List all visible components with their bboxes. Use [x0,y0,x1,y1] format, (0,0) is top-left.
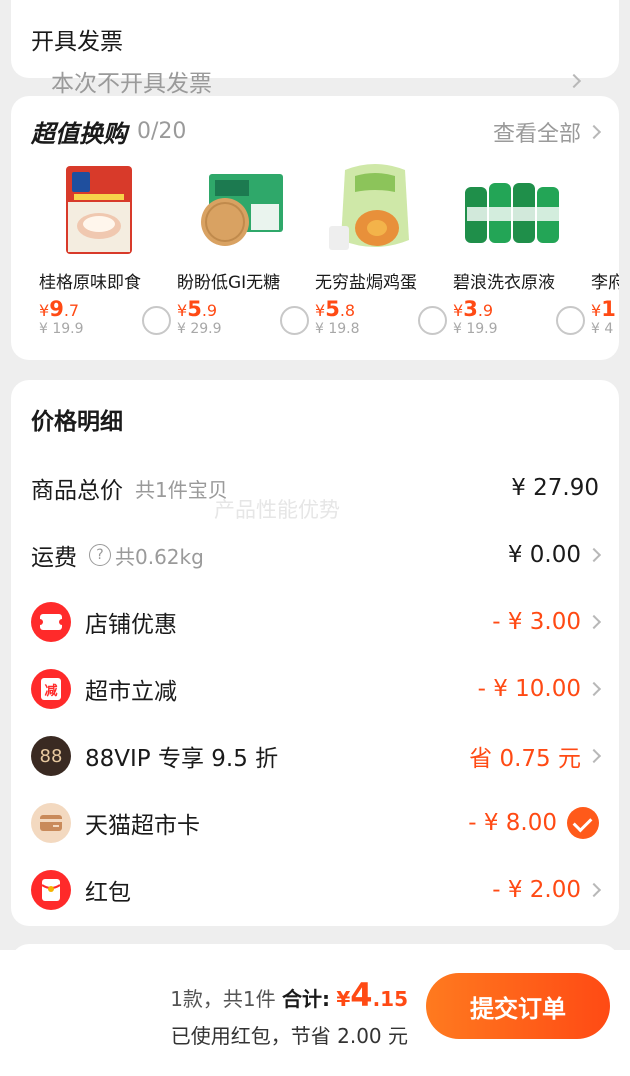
market-card-label: 天猫超市卡 [85,813,200,839]
product-price: ¥1 [591,297,616,321]
product-name: 碧浪洗衣原液 [453,273,555,293]
invoice-label: 开具发票 [31,29,123,55]
help-icon[interactable]: ? [89,544,111,566]
order-summary: 1款，共1件 合计: ¥4.15 已使用红包，节省 2.00 元 [170,976,408,1049]
chevron-right-icon [586,748,602,764]
product-item[interactable]: 盼盼低GI无糖 ¥5.9 ¥ 29.9 [177,162,315,337]
chevron-right-icon [586,124,602,139]
vip-88-icon: 88 [31,736,71,776]
coupon-icon [31,602,71,642]
market-discount-label: 超市立减 [85,679,177,705]
currency-symbol: ¥ [336,987,351,1011]
chevron-right-icon [586,882,602,898]
total-decimal: .15 [372,987,408,1011]
swap-count: 0/20 [137,119,187,144]
product-image [177,162,297,258]
watermark-text: 产品性能优势 [214,498,340,522]
total-integer: 4 [350,976,373,1014]
chevron-right-icon [566,73,582,89]
item-count: 1款，共1件 [170,987,276,1011]
product-original-price: ¥ 4 [591,321,614,337]
freight-sub: 共0.62kg [115,544,204,569]
hongbao-row[interactable]: 红包 - ¥ 2.00 [31,870,602,910]
see-all-label: 查看全部 [492,121,581,147]
price-detail-title: 价格明细 [31,409,123,435]
chevron-right-icon [586,614,602,630]
product-image [453,162,573,258]
total-label: 合计: [282,987,331,1011]
card-icon [31,803,71,843]
product-item[interactable]: 李府 ¥1 ¥ 4 [591,162,619,337]
market-card-value: - ¥ 8.00 [468,810,557,836]
freight-label: 运费 [31,545,77,571]
select-radio[interactable] [418,306,447,335]
freight-row[interactable]: 运费 ? 共0.62kg ¥ 0.00 [31,535,602,575]
vip-value: 省 0.75 元 [469,746,581,772]
store-discount-row[interactable]: 店铺优惠 - ¥ 3.00 [31,602,602,642]
total-label: 商品总价 [31,478,123,504]
chevron-right-icon [586,547,602,563]
vip-label: 88VIP 专享 9.5 折 [85,746,279,772]
product-name: 盼盼低GI无糖 [177,273,281,293]
store-discount-label: 店铺优惠 [85,612,177,638]
market-discount-row[interactable]: 减 超市立减 - ¥ 10.00 [31,669,602,709]
store-discount-value: - ¥ 3.00 [492,609,581,635]
product-image [591,162,619,258]
product-name: 无穷盐焗鸡蛋 [315,273,417,293]
market-card-row[interactable]: 天猫超市卡 - ¥ 8.00 [31,803,599,843]
select-radio[interactable] [556,306,585,335]
invoice-card[interactable]: 开具发票 本次不开具发票 [11,0,619,97]
checkmark-icon[interactable] [567,807,599,839]
product-list: 桂格原味即食 ¥9.7 ¥ 19.9 盼盼低GI无糖 ¥5.9 ¥ 29.9 无… [39,162,619,337]
hongbao-value: - ¥ 2.00 [492,877,581,903]
product-name: 李府 [591,273,619,293]
reduce-icon: 减 [31,669,71,709]
product-item[interactable]: 碧浪洗衣原液 ¥3.9 ¥ 19.9 [453,162,591,337]
saved-text: 已使用红包，节省 2.00 元 [170,1024,408,1048]
vip-row[interactable]: 88 88VIP 专享 9.5 折 省 0.75 元 [31,736,602,776]
product-image [315,162,435,258]
submit-order-button[interactable]: 提交订单 [426,973,610,1039]
freight-value: ¥ 0.00 [507,542,581,568]
hongbao-label: 红包 [85,880,131,906]
select-radio[interactable] [142,306,171,335]
product-item[interactable]: 桂格原味即食 ¥9.7 ¥ 19.9 [39,162,177,337]
see-all-link[interactable]: 查看全部 [492,116,602,148]
product-name: 桂格原味即食 [39,273,141,293]
swap-title: 超值换购 [31,120,127,148]
total-value: ¥ 27.90 [511,475,599,501]
product-item[interactable]: 无穷盐焗鸡蛋 ¥5.8 ¥ 19.8 [315,162,453,337]
market-discount-value: - ¥ 10.00 [477,676,581,702]
red-envelope-icon [31,870,71,910]
price-detail-card: 价格明细 商品总价 共1件宝贝 ¥ 27.90 运费 ? 共0.62kg ¥ 0… [11,380,619,926]
chevron-right-icon [586,681,602,697]
select-radio[interactable] [280,306,309,335]
checkout-bar: 1款，共1件 合计: ¥4.15 已使用红包，节省 2.00 元 提交订单 [0,950,630,1076]
product-image [39,162,159,258]
swap-card: 超值换购 0/20 查看全部 桂格原味即食 ¥9.7 ¥ 19.9 盼盼低GI无… [11,96,619,360]
invoice-value: 本次不开具发票 [51,71,212,97]
